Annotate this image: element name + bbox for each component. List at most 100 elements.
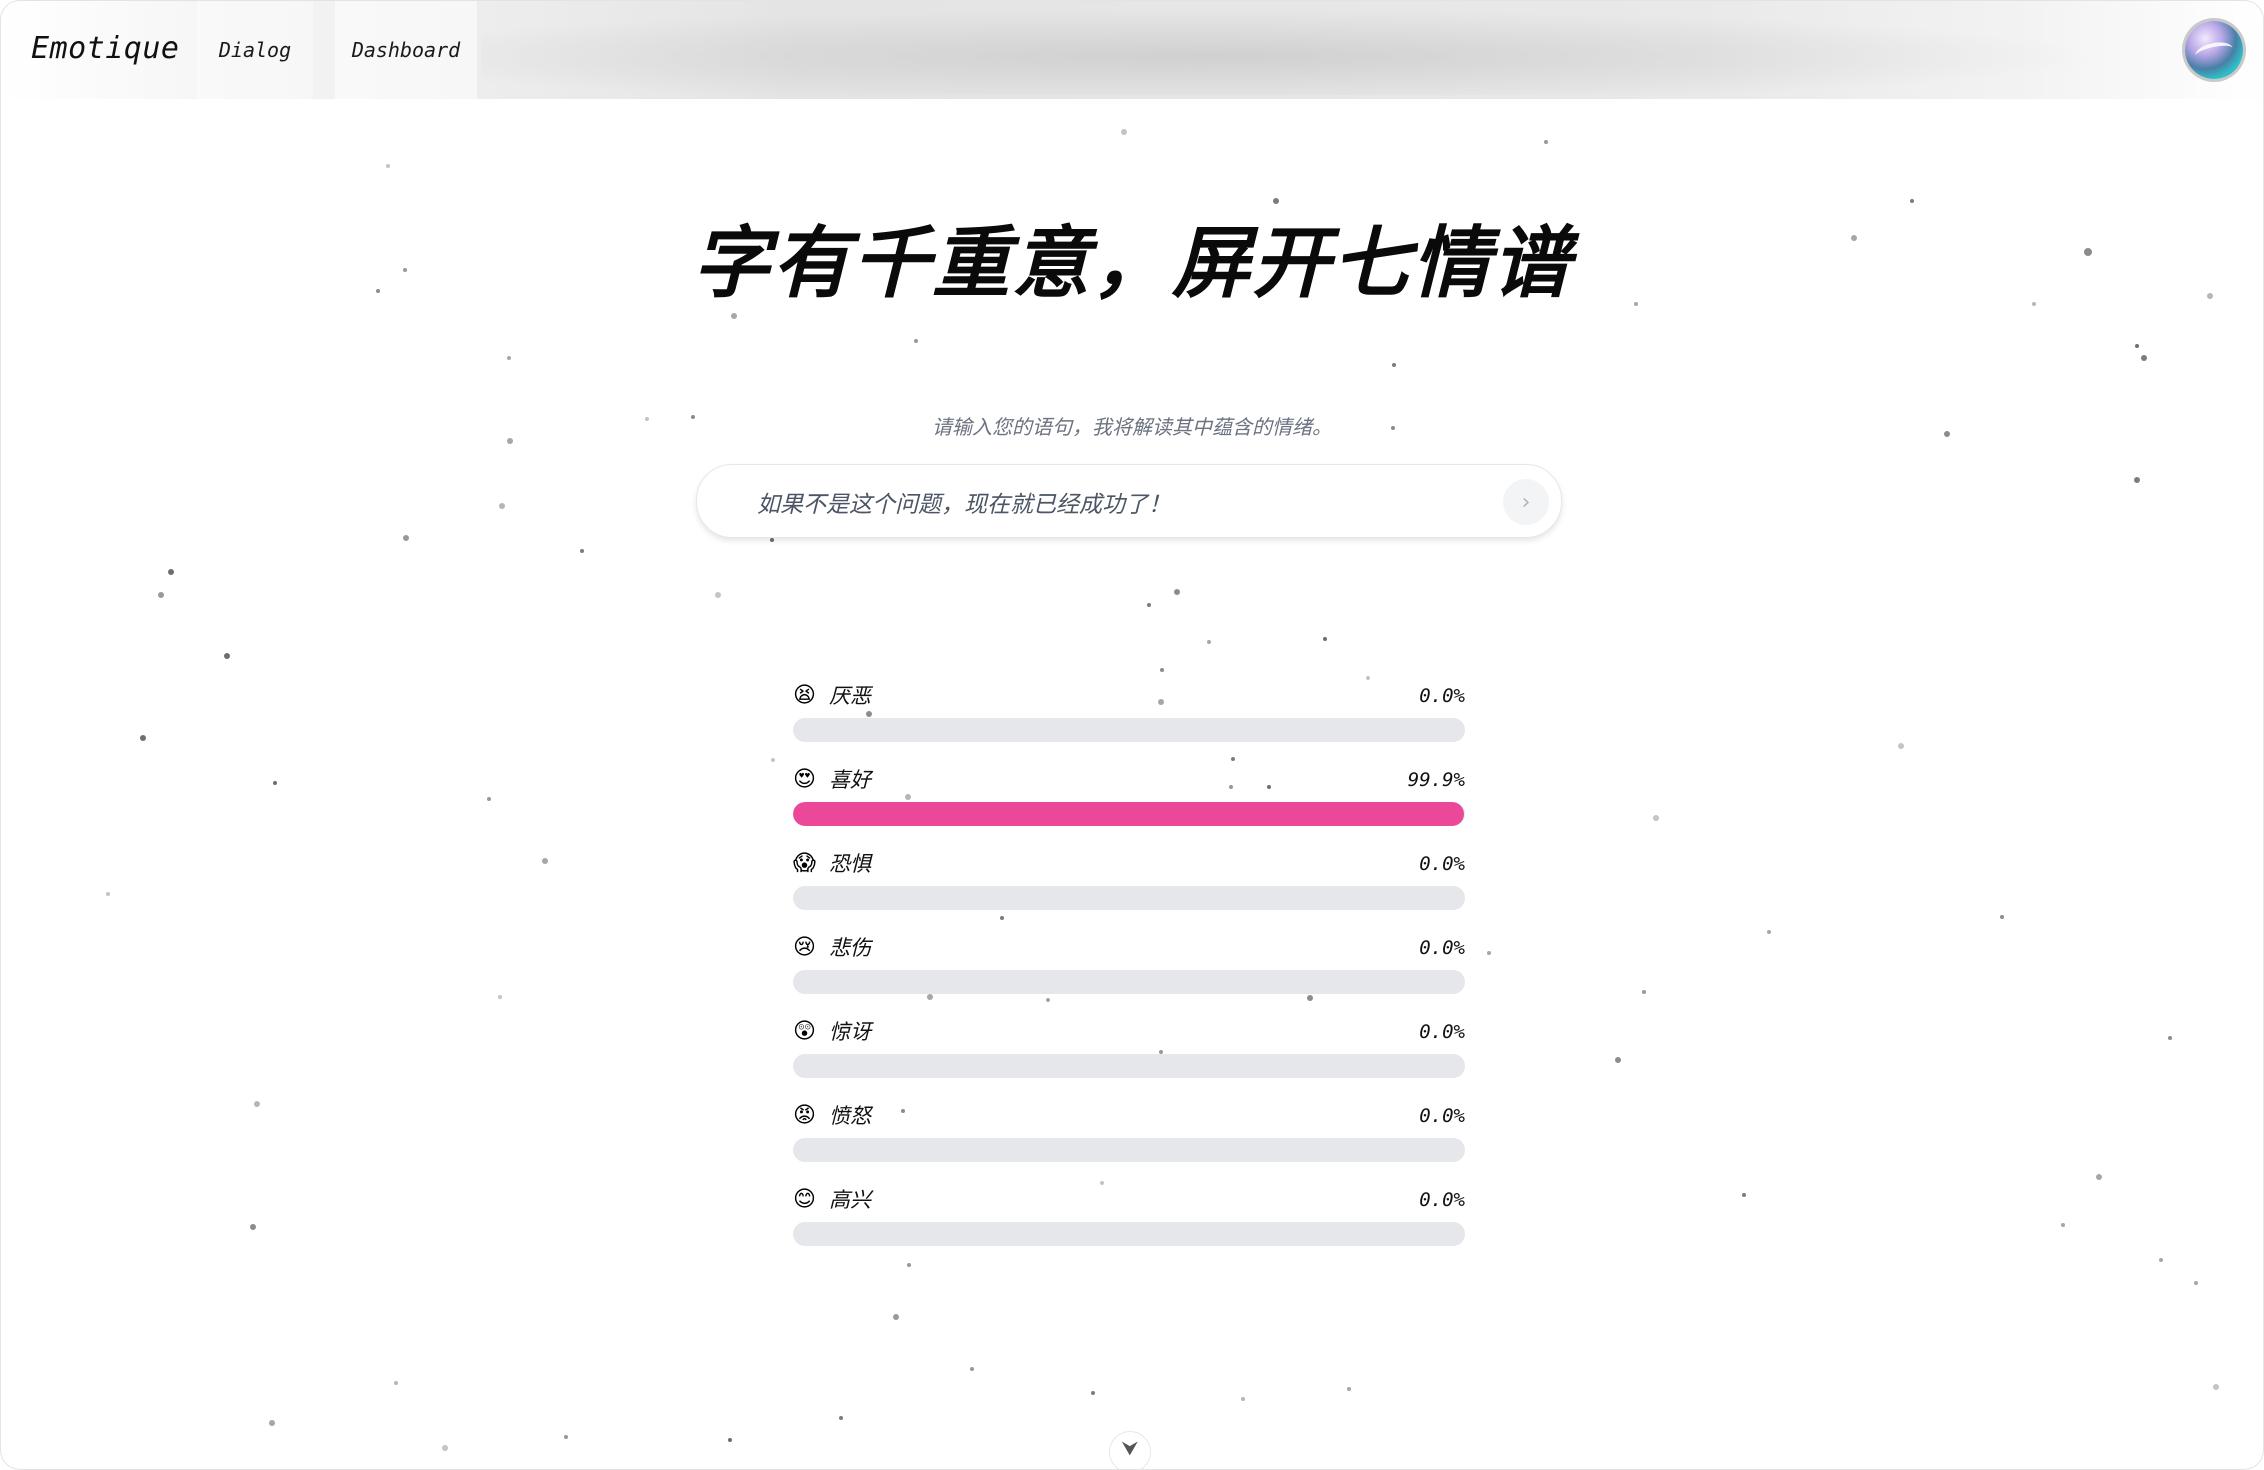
emotion-percentage: 0.0% bbox=[1419, 937, 1465, 959]
emotion-row: 😫 厌恶 0.0% bbox=[793, 681, 1465, 765]
emotion-bar-fill bbox=[793, 802, 1465, 826]
particle-dot bbox=[1160, 668, 1164, 672]
particle-dot bbox=[507, 356, 511, 360]
particle-dot bbox=[1241, 1397, 1245, 1401]
emotion-row: 😢 悲伤 0.0% bbox=[793, 933, 1465, 1017]
particle-dot bbox=[269, 1420, 275, 1426]
particle-dot bbox=[2135, 344, 2139, 348]
emotion-bar-track bbox=[793, 1054, 1465, 1078]
emotion-label: 愤怒 bbox=[829, 1104, 871, 1128]
emotion-label: 悲伤 bbox=[829, 936, 871, 960]
particle-dot bbox=[487, 797, 491, 801]
emotion-percentage: 0.0% bbox=[1419, 1021, 1465, 1043]
particle-dot bbox=[1174, 589, 1180, 595]
emotion-results: 😫 厌恶 0.0% 😍 喜好 99.9% 😱 恐惧 0.0% 😢 悲伤 0.0% 😲 惊讶 0.0% 😡 愤怒 0… bbox=[793, 681, 1465, 1269]
chevron-down-icon: ⮟ bbox=[1121, 1436, 1139, 1460]
particle-dot bbox=[2159, 1258, 2163, 1262]
particle-dot bbox=[1323, 637, 1327, 641]
particle-dot bbox=[499, 503, 505, 509]
particle-dot bbox=[1742, 1193, 1746, 1197]
particle-dot bbox=[2000, 915, 2004, 919]
emotion-emoji-icon: 😲 bbox=[793, 1019, 816, 1044]
particle-dot bbox=[442, 1445, 448, 1451]
avatar[interactable] bbox=[2185, 21, 2243, 79]
emotion-emoji-icon: 😫 bbox=[793, 683, 816, 708]
emotion-row: 😱 恐惧 0.0% bbox=[793, 849, 1465, 933]
emotion-label: 惊讶 bbox=[829, 1020, 871, 1044]
emotion-emoji-icon: 😱 bbox=[793, 851, 816, 876]
emotion-bar-track bbox=[793, 886, 1465, 910]
particle-dot bbox=[770, 538, 774, 542]
emotion-percentage: 0.0% bbox=[1419, 685, 1465, 707]
app-window: Emotique Dialog Dashboard 字有千重意，屏开七情谱 请输… bbox=[0, 0, 2264, 1470]
emotion-emoji-icon: 😊 bbox=[793, 1187, 816, 1212]
sentence-input-box: › bbox=[696, 464, 1562, 538]
emotion-label: 厌恶 bbox=[829, 684, 871, 708]
emotion-percentage: 99.9% bbox=[1407, 769, 1465, 791]
navbar-glow bbox=[481, 9, 2101, 95]
particle-dot bbox=[1147, 603, 1151, 607]
particle-dot bbox=[2134, 477, 2140, 483]
particle-dot bbox=[1091, 1391, 1095, 1395]
particle-dot bbox=[728, 1438, 732, 1442]
page-subtitle: 请输入您的语句，我将解读其中蕴含的情绪。 bbox=[932, 415, 1332, 439]
particle-dot bbox=[1392, 363, 1396, 367]
particle-dot bbox=[580, 549, 584, 553]
emotion-emoji-icon: 😍 bbox=[793, 767, 816, 792]
emotion-row: 😡 愤怒 0.0% bbox=[793, 1101, 1465, 1185]
emotion-header: 😍 喜好 99.9% bbox=[793, 765, 1465, 795]
particle-dot bbox=[893, 1314, 899, 1320]
particle-dot bbox=[254, 1101, 260, 1107]
particle-dot bbox=[250, 1224, 256, 1230]
particle-dot bbox=[158, 592, 164, 598]
emotion-row: 😲 惊讶 0.0% bbox=[793, 1017, 1465, 1101]
particle-dot bbox=[771, 758, 775, 762]
particle-dot bbox=[542, 858, 548, 864]
emotion-row: 😊 高兴 0.0% bbox=[793, 1185, 1465, 1269]
sentence-input[interactable] bbox=[755, 479, 1479, 525]
emotion-emoji-icon: 😢 bbox=[793, 935, 816, 960]
particle-dot bbox=[403, 535, 409, 541]
particle-dot bbox=[394, 1381, 398, 1385]
particle-dot bbox=[1347, 1387, 1351, 1391]
particle-dot bbox=[140, 735, 146, 741]
particle-dot bbox=[1207, 640, 1211, 644]
particle-dot bbox=[1615, 1057, 1621, 1063]
emotion-header: 😊 高兴 0.0% bbox=[793, 1185, 1465, 1215]
particle-dot bbox=[2096, 1174, 2102, 1180]
particle-dot bbox=[168, 569, 174, 575]
top-navbar: Emotique Dialog Dashboard bbox=[1, 1, 2263, 99]
particle-dot bbox=[498, 995, 502, 999]
particle-dot bbox=[839, 1416, 843, 1420]
send-button[interactable]: › bbox=[1503, 479, 1549, 525]
particle-dot bbox=[106, 892, 110, 896]
particle-dot bbox=[1544, 140, 1548, 144]
brand-logo[interactable]: Emotique bbox=[31, 31, 180, 66]
emotion-percentage: 0.0% bbox=[1419, 853, 1465, 875]
particle-dot bbox=[224, 653, 230, 659]
emotion-percentage: 0.0% bbox=[1419, 1189, 1465, 1211]
particle-dot bbox=[2168, 1036, 2172, 1040]
particle-dot bbox=[731, 313, 737, 319]
particle-dot bbox=[2194, 1281, 2198, 1285]
emotion-row: 😍 喜好 99.9% bbox=[793, 765, 1465, 849]
particle-dot bbox=[2141, 355, 2147, 361]
particle-dot bbox=[1767, 930, 1771, 934]
particle-dot bbox=[1653, 815, 1659, 821]
chevron-right-icon: › bbox=[1521, 489, 1531, 515]
particle-dot bbox=[386, 164, 390, 168]
emotion-bar-track bbox=[793, 802, 1465, 826]
nav-item-dialog[interactable]: Dialog bbox=[197, 1, 313, 99]
emotion-percentage: 0.0% bbox=[1419, 1105, 1465, 1127]
emotion-emoji-icon: 😡 bbox=[793, 1103, 816, 1128]
emotion-header: 😢 悲伤 0.0% bbox=[793, 933, 1465, 963]
particle-dot bbox=[1121, 129, 1127, 135]
emotion-bar-track bbox=[793, 1222, 1465, 1246]
particle-dot bbox=[1898, 743, 1904, 749]
nav-item-dashboard[interactable]: Dashboard bbox=[335, 1, 477, 99]
particle-dot bbox=[273, 781, 277, 785]
scroll-down-button[interactable]: ⮟ bbox=[1109, 1431, 1151, 1469]
emotion-header: 😫 厌恶 0.0% bbox=[793, 681, 1465, 711]
emotion-label: 喜好 bbox=[829, 768, 871, 792]
particle-dot bbox=[715, 592, 721, 598]
